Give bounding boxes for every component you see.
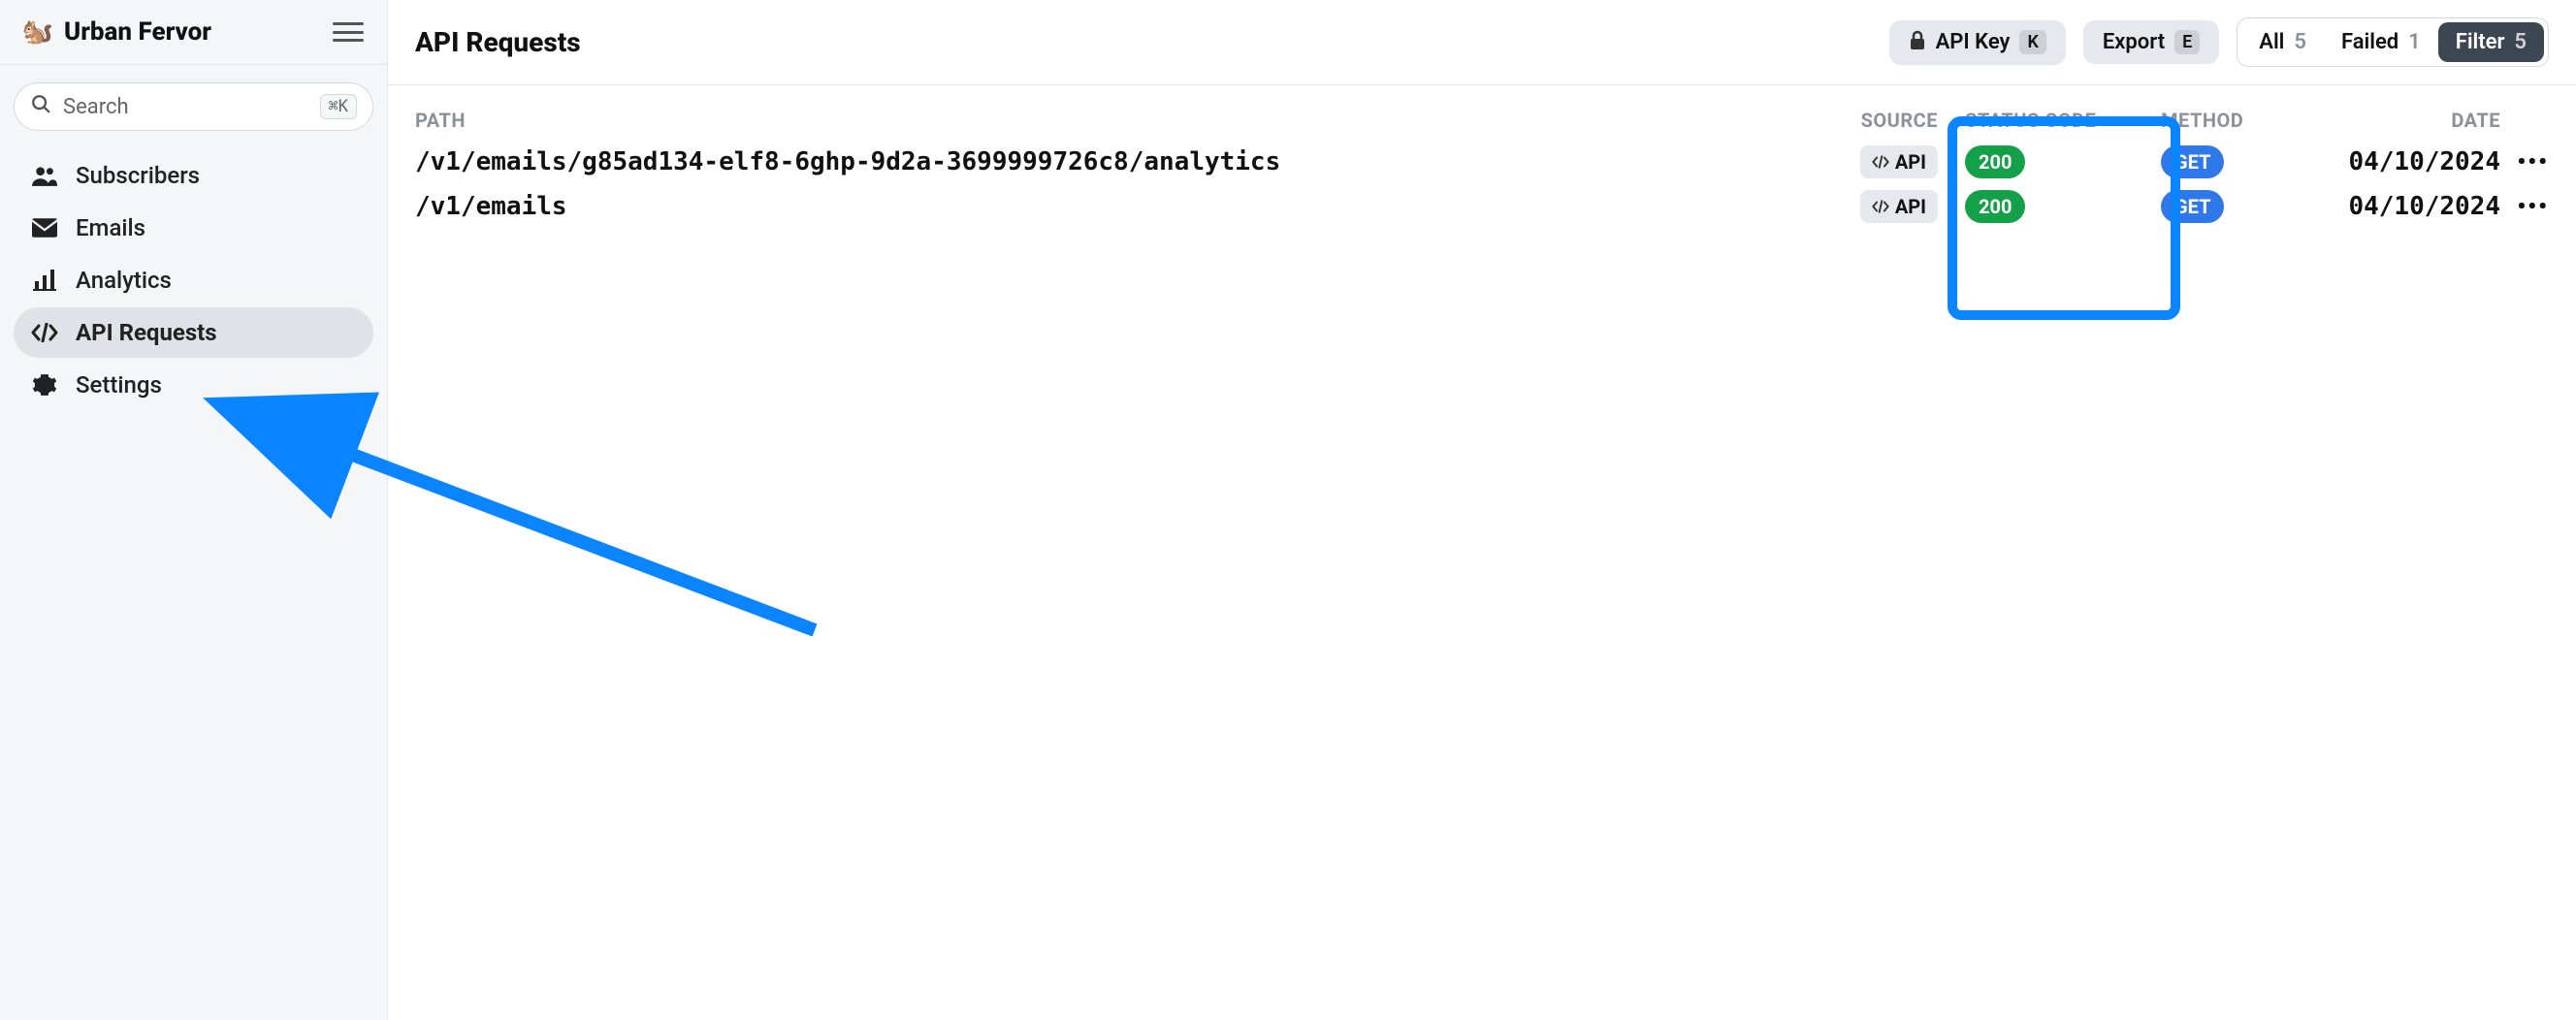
export-shortcut: E xyxy=(2174,30,2200,54)
table-row[interactable]: /v1/emails API 200 GET 04/10/2024 ••• xyxy=(388,184,2576,229)
tab-label: All xyxy=(2259,30,2284,54)
tab-label: Failed xyxy=(2341,30,2399,54)
col-header-status: STATUS CODE xyxy=(1938,109,2161,132)
row-date: 04/10/2024 xyxy=(2287,147,2500,176)
sidebar-item-label: Analytics xyxy=(76,267,172,294)
method-badge: GET xyxy=(2161,145,2224,178)
tab-filter[interactable]: Filter 5 xyxy=(2438,22,2544,62)
tab-count: 1 xyxy=(2408,30,2421,54)
envelope-icon xyxy=(31,218,58,238)
tab-failed[interactable]: Failed 1 xyxy=(2324,22,2438,62)
row-more-icon[interactable]: ••• xyxy=(2500,193,2549,220)
chart-icon xyxy=(31,270,58,291)
sidebar-item-label: Subscribers xyxy=(76,162,200,189)
table-row[interactable]: /v1/emails/g85ad134-elf8-6ghp-9d2a-36999… xyxy=(388,140,2576,184)
sidebar-item-label: Settings xyxy=(76,371,162,398)
sidebar: 🐿️ Urban Fervor Search ⌘K xyxy=(0,0,388,1020)
row-date: 04/10/2024 xyxy=(2287,192,2500,221)
sidebar-nav: Subscribers Emails Analytics API Request… xyxy=(0,150,387,410)
api-key-button[interactable]: API Key K xyxy=(1889,20,2066,65)
status-badge: 200 xyxy=(1965,145,2025,178)
sidebar-item-subscribers[interactable]: Subscribers xyxy=(14,150,373,201)
users-icon xyxy=(31,165,58,186)
sidebar-item-analytics[interactable]: Analytics xyxy=(14,255,373,305)
tab-count: 5 xyxy=(2294,30,2306,54)
brand-name: Urban Fervor xyxy=(64,17,211,47)
brand[interactable]: 🐿️ Urban Fervor xyxy=(23,17,211,47)
api-key-shortcut: K xyxy=(2019,30,2045,54)
lock-icon xyxy=(1909,30,1926,55)
status-badge: 200 xyxy=(1965,190,2025,223)
sidebar-header: 🐿️ Urban Fervor xyxy=(0,0,387,65)
table-header-row: PATH SOURCE STATUS CODE METHOD DATE xyxy=(388,85,2576,140)
tab-count: 5 xyxy=(2514,30,2527,54)
sidebar-item-settings[interactable]: Settings xyxy=(14,360,373,410)
method-badge: GET xyxy=(2161,190,2224,223)
row-more-icon[interactable]: ••• xyxy=(2500,148,2549,175)
hamburger-icon[interactable] xyxy=(333,22,364,42)
filter-tabs: All 5 Failed 1 Filter 5 xyxy=(2237,17,2549,67)
gear-icon xyxy=(31,372,58,398)
col-header-source: SOURCE xyxy=(1802,109,1938,132)
search-icon xyxy=(30,93,51,120)
api-key-label: API Key xyxy=(1936,30,2011,54)
tab-label: Filter xyxy=(2456,30,2505,54)
source-badge: API xyxy=(1860,190,1938,223)
code-icon xyxy=(1872,200,1889,213)
col-header-method: METHOD xyxy=(2161,109,2287,132)
tab-all[interactable]: All 5 xyxy=(2241,22,2324,62)
topbar: API Requests API Key K Export E All 5 xyxy=(388,0,2576,85)
export-label: Export xyxy=(2103,30,2165,54)
code-icon xyxy=(1872,155,1889,169)
source-badge: API xyxy=(1860,145,1938,178)
sidebar-item-api-requests[interactable]: API Requests xyxy=(14,307,373,358)
search-placeholder: Search xyxy=(63,95,129,119)
row-path: /v1/emails xyxy=(415,192,1802,221)
sidebar-item-label: Emails xyxy=(76,214,145,241)
search-shortcut: ⌘K xyxy=(320,94,357,119)
col-header-path: PATH xyxy=(415,109,1802,132)
export-button[interactable]: Export E xyxy=(2083,20,2219,64)
sidebar-item-label: API Requests xyxy=(76,319,217,346)
code-icon xyxy=(31,323,58,342)
row-path: /v1/emails/g85ad134-elf8-6ghp-9d2a-36999… xyxy=(415,147,1802,176)
page-title: API Requests xyxy=(415,26,581,58)
sidebar-item-emails[interactable]: Emails xyxy=(14,203,373,253)
search-input[interactable]: Search ⌘K xyxy=(14,82,373,131)
main-content: API Requests API Key K Export E All 5 xyxy=(388,0,2576,1020)
col-header-date: DATE xyxy=(2287,109,2500,132)
brand-logo-icon: 🐿️ xyxy=(23,17,52,47)
